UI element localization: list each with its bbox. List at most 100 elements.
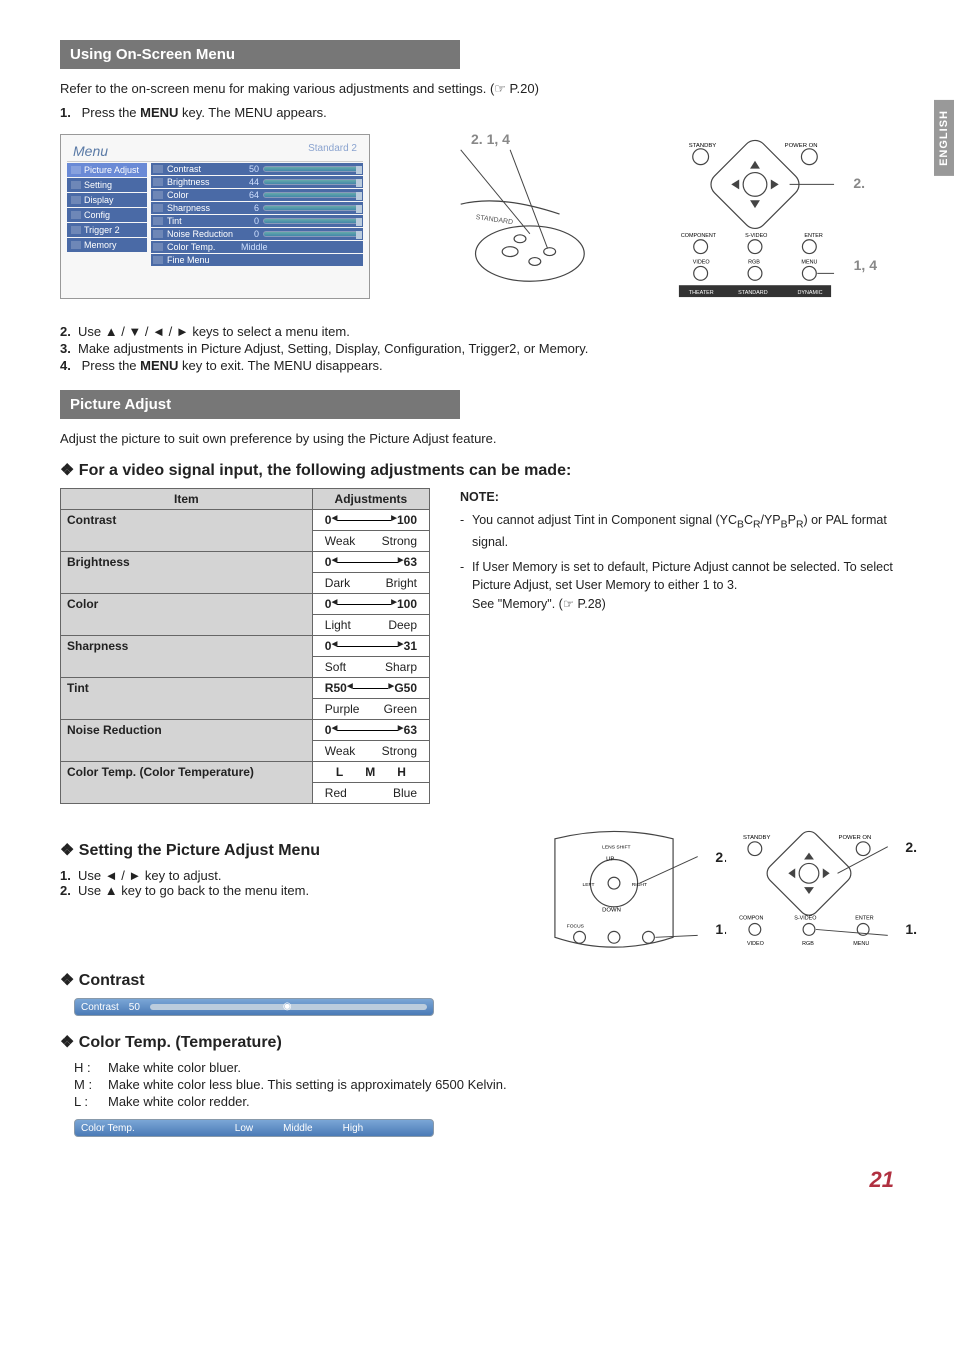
- slider-knob-icon: ◉: [283, 1001, 293, 1011]
- callout-rem2-top: 2.: [905, 839, 917, 855]
- ct-bar-mid: Middle: [283, 1123, 312, 1134]
- table-desc: SoftSharp: [312, 657, 429, 678]
- note-2: If User Memory is set to default, Pictur…: [460, 558, 894, 614]
- menu-item-picture-adjust: Picture Adjust: [84, 165, 139, 175]
- pa-step-2: 2.Use ▲ key to go back to the menu item.: [60, 883, 504, 898]
- svg-text:S-VIDEO: S-VIDEO: [745, 232, 767, 238]
- svg-text:S-VIDEO: S-VIDEO: [794, 916, 816, 922]
- osd-brightness-label: Brightness: [167, 177, 237, 187]
- osd-brightness-val: 44: [241, 177, 259, 187]
- step-3: 3.Make adjustments in Picture Adjust, Se…: [60, 341, 894, 356]
- osd-tint-val: 0: [241, 216, 259, 226]
- svg-text:ENTER: ENTER: [855, 916, 873, 922]
- menu-item-trigger2: Trigger 2: [84, 225, 120, 235]
- projector-diagram: 2. 1, 4 STANDARD: [400, 134, 640, 304]
- table-desc: LightDeep: [312, 615, 429, 636]
- svg-text:STANDARD: STANDARD: [475, 214, 513, 226]
- step3-text: Make adjustments in Picture Adjust, Sett…: [78, 341, 588, 356]
- callout-remote-top: 2.: [853, 175, 865, 191]
- th-item: Item: [61, 489, 313, 510]
- step-4: 4. Press the MENU key to exit. The MENU …: [60, 358, 894, 373]
- table-desc: PurpleGreen: [312, 699, 429, 720]
- svg-text:MENU: MENU: [853, 941, 869, 947]
- table-ct-desc: RedBlue: [312, 783, 429, 804]
- contrast-bar-value: 50: [129, 1002, 140, 1013]
- table-item: Tint: [61, 678, 313, 720]
- color-temp-list: H :Make white color bluer. M :Make white…: [60, 1060, 894, 1109]
- remote-diagram-2: 2. 1. STANDBYPOWER ON COMPONS-VIDEOENTER…: [724, 828, 894, 958]
- svg-text:MENU: MENU: [801, 259, 817, 265]
- table-item: Sharpness: [61, 636, 313, 678]
- table-item: Noise Reduction: [61, 720, 313, 762]
- table-range: 0100: [312, 510, 429, 531]
- pa-step-1: 1.Use ◄ / ► key to adjust.: [60, 868, 504, 883]
- contrast-subhead: Contrast: [60, 970, 894, 990]
- osd-ct-val: Middle: [241, 242, 268, 252]
- note-1: You cannot adjust Tint in Component sign…: [460, 511, 894, 552]
- step1-post: key. The MENU appears.: [178, 105, 326, 120]
- menu-item-memory: Memory: [84, 240, 117, 250]
- note-column: NOTE: You cannot adjust Tint in Componen…: [460, 488, 894, 620]
- osd-contrast-val: 50: [241, 164, 259, 174]
- menu-title: Menu: [73, 143, 108, 159]
- colortemp-subhead: Color Temp. (Temperature): [60, 1032, 894, 1052]
- step-2: 2.Use ▲ / ▼ / ◄ / ► keys to select a men…: [60, 324, 894, 339]
- svg-text:POWER ON: POWER ON: [839, 835, 872, 841]
- projector-diagram-2: 2. 1. UP DOWN LEFT RIGHT LENS SHIFT FOCU…: [524, 828, 704, 958]
- svg-text:UP: UP: [606, 857, 614, 863]
- table-range: 063: [312, 720, 429, 741]
- menu-left-col: Picture Adjust Setting Display Config Tr…: [67, 162, 147, 267]
- table-item: Brightness: [61, 552, 313, 594]
- picture-adjust-intro: Adjust the picture to suit own preferenc…: [60, 429, 894, 449]
- osd-tint-label: Tint: [167, 216, 237, 226]
- ct-h-key: H :: [74, 1060, 108, 1075]
- svg-text:ENTER: ENTER: [804, 232, 822, 238]
- svg-text:FOCUS: FOCUS: [567, 923, 585, 929]
- menu-standard-label: Standard 2: [308, 143, 357, 159]
- table-range: R50G50: [312, 678, 429, 699]
- table-range: 031: [312, 636, 429, 657]
- osd-nr-label: Noise Reduction: [167, 229, 237, 239]
- menu-item-setting: Setting: [84, 180, 112, 190]
- step4-pre: Press the: [82, 358, 141, 373]
- osd-color-label: Color: [167, 190, 237, 200]
- svg-text:DOWN: DOWN: [602, 908, 621, 914]
- svg-text:RGB: RGB: [748, 259, 760, 265]
- setting-pa-subhead: Setting the Picture Adjust Menu: [60, 840, 504, 860]
- table-item: Contrast: [61, 510, 313, 552]
- page-number: 21: [60, 1167, 894, 1193]
- svg-text:RGB: RGB: [802, 941, 814, 947]
- osd-contrast-label: Contrast: [167, 164, 237, 174]
- osd-finemenu-label: Fine Menu: [167, 255, 237, 265]
- ct-m-desc: Make white color less blue. This setting…: [108, 1077, 507, 1092]
- illustration-row-1: Menu Standard 2 Picture Adjust Setting Di…: [60, 134, 894, 304]
- ct-l-desc: Make white color redder.: [108, 1094, 250, 1109]
- svg-text:THEATER: THEATER: [689, 290, 714, 296]
- video-signal-subhead: For a video signal input, the following …: [60, 460, 894, 480]
- step1-menu: MENU: [140, 105, 178, 120]
- label-poweron: POWER ON: [785, 142, 818, 148]
- table-range: 0100: [312, 594, 429, 615]
- svg-text:COMPON: COMPON: [739, 916, 763, 922]
- svg-text:VIDEO: VIDEO: [693, 259, 710, 265]
- step2-text: Use ▲ / ▼ / ◄ / ► keys to select a menu …: [78, 324, 350, 339]
- table-desc: WeakStrong: [312, 741, 429, 762]
- menu-item-config: Config: [84, 210, 110, 220]
- ct-bar-label: Color Temp.: [81, 1123, 161, 1134]
- table-ct-range: LMH: [312, 762, 429, 783]
- osd-nr-val: 0: [241, 229, 259, 239]
- svg-text:LEFT: LEFT: [582, 882, 594, 888]
- svg-text:RIGHT: RIGHT: [632, 882, 647, 888]
- menu-item-display: Display: [84, 195, 114, 205]
- ct-bar-low: Low: [235, 1123, 253, 1134]
- step-1: 1. Press the MENU key. The MENU appears.: [60, 105, 894, 120]
- step4-post: key to exit. The MENU disappears.: [178, 358, 382, 373]
- contrast-bar-label: Contrast: [81, 1002, 119, 1013]
- svg-text:COMPONENT: COMPONENT: [681, 232, 717, 238]
- contrast-osd-bar: Contrast 50 ◉: [74, 998, 434, 1016]
- step4-menu: MENU: [140, 358, 178, 373]
- callout-rem2-bot: 1.: [905, 921, 917, 937]
- svg-text:STANDARD: STANDARD: [738, 290, 768, 296]
- osd-ct-label: Color Temp.: [167, 242, 237, 252]
- section-using-osm: Using On-Screen Menu: [60, 40, 460, 69]
